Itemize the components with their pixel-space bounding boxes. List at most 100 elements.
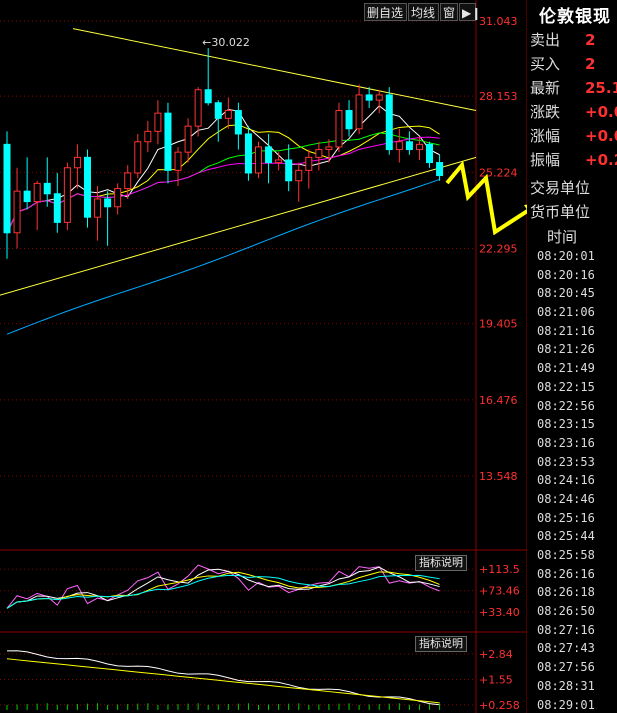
candle-body [43, 182, 51, 195]
price-tick-label: 31.043 [479, 15, 518, 28]
candle-body [13, 190, 21, 234]
grid-layer [0, 0, 528, 713]
kline-chart-svg[interactable]: 31.04328.15325.22422.29519.40516.47613.5… [0, 0, 617, 713]
indicator1-line-0 [6, 564, 440, 609]
moving-average-lines [6, 105, 440, 335]
tick-time-row: 08:23:15 [537, 417, 595, 432]
candle-body [83, 156, 91, 218]
ma10-line [6, 124, 440, 233]
tick-time-row: 08:20:45 [537, 286, 595, 301]
tick-time-row: 08:27:56 [537, 660, 595, 675]
candle-body [345, 110, 353, 130]
candle-body [23, 190, 31, 203]
candle-body [3, 143, 11, 234]
quote-row: 最新 25.1 [527, 76, 617, 100]
indicator1-tick-label: +33.40 [479, 606, 520, 619]
quote-row-label: 涨幅 [530, 127, 561, 145]
instrument-title: 伦敦银现 [539, 7, 611, 27]
indicator1-tick-label: +113.5 [479, 563, 520, 576]
chart-area[interactable]: 31.043 28.153 25.224 22.295 19.405 16.476 13.5… [0, 0, 617, 713]
ma5-line [6, 105, 440, 233]
candle-body [365, 94, 373, 101]
quote-row-value: +0.0 [585, 103, 617, 121]
candle-body [426, 143, 434, 164]
resistance-trendline [72, 28, 477, 112]
candle-body [154, 112, 162, 132]
candle-body [395, 141, 403, 151]
indicator1-help-button[interactable]: 指标说明 [415, 555, 467, 571]
candle-body [436, 162, 444, 177]
support-trendline [0, 156, 477, 296]
candle-body [33, 182, 41, 203]
time-column-header: 时间 [547, 228, 578, 246]
tick-time-row: 08:20:01 [537, 249, 595, 263]
tick-time-row: 08:22:15 [537, 379, 595, 394]
candle-body [275, 159, 283, 164]
candle-body [174, 151, 182, 171]
ma-line-button[interactable]: 均线 [408, 3, 439, 21]
candle-body [204, 89, 212, 104]
candle-body [94, 198, 102, 218]
indicator1-line-3 [6, 574, 440, 609]
quote-row-value: +0.0 [585, 127, 617, 145]
tick-time-row: 08:20:16 [537, 267, 595, 282]
candle-body [164, 112, 172, 171]
quote-row: 买入 2 [527, 52, 617, 76]
quote-row-label: 买入 [530, 55, 561, 73]
candle-body [234, 110, 242, 135]
tick-time-row: 08:26:50 [537, 604, 595, 619]
trendlines [0, 28, 477, 296]
ma30-line [6, 136, 440, 233]
candle-body [224, 110, 232, 119]
indicator2-lines [6, 650, 441, 710]
tick-time-row: 08:25:44 [537, 529, 595, 544]
candle-body [265, 146, 273, 164]
tick-time-row: 08:28:31 [537, 678, 595, 693]
tick-time-row: 08:27:43 [537, 641, 595, 656]
quote-row: 涨跌 +0.0 [527, 100, 617, 124]
quote-row: 卖出 2 [527, 28, 617, 52]
candle-body [315, 149, 323, 158]
high-marker-label: ←30.022 [202, 36, 250, 49]
tick-time-row: 08:24:16 [537, 473, 595, 488]
candle-body [63, 167, 71, 223]
candle-body [53, 193, 61, 223]
candle-body [184, 125, 192, 153]
candle-body [194, 89, 202, 127]
price-tick-label: 16.476 [479, 394, 518, 407]
candle-body [255, 146, 262, 174]
tick-time-row: 08:22:56 [537, 398, 595, 413]
indicator1-tick-label: +73.46 [479, 585, 520, 598]
ma20-line [6, 132, 440, 233]
tick-time-row: 08:25:16 [537, 510, 595, 525]
candle-body [295, 169, 303, 182]
quote-row-value: +0.2 [585, 151, 617, 169]
quote-row-value: 2 [585, 55, 596, 73]
candle-body [325, 146, 333, 151]
expand-arrow-icon[interactable]: ▶❙ [459, 3, 481, 21]
tick-time-row: 08:23:16 [537, 435, 595, 450]
quote-row-label: 卖出 [530, 31, 561, 49]
window-button[interactable]: 窗 [440, 3, 458, 21]
tick-time-list[interactable]: 08:20:01 08:20:16 08:20:45 08:21:06 08:21:16… [537, 247, 617, 713]
remove-watchlist-button[interactable]: 删自选 [364, 3, 407, 21]
indicator2-tick-label: +0.258 [479, 699, 520, 712]
price-tick-label: 22.295 [479, 243, 518, 256]
quote-row-value: 25.1 [585, 79, 617, 97]
indicator1-line-2 [6, 571, 440, 609]
indicator2-help-button[interactable]: 指标说明 [415, 636, 467, 652]
tick-time-row: 08:26:18 [537, 585, 595, 600]
trade-unit-label: 交易单位 [530, 179, 591, 197]
price-tick-label: 28.153 [479, 90, 518, 103]
candle-body [214, 102, 222, 119]
quote-row-label: 振幅 [530, 151, 561, 169]
quote-row: 涨幅 +0.0 [527, 124, 617, 148]
candle-body [73, 156, 81, 169]
quote-row-label: 涨跌 [530, 103, 561, 121]
tick-time-row: 08:25:58 [537, 548, 595, 562]
candle-body [385, 94, 393, 151]
tick-time-row: 08:27:16 [537, 622, 595, 637]
tick-time-row: 08:21:26 [537, 342, 595, 357]
indicator2-line-1 [6, 658, 440, 704]
currency-unit-label: 货币单位 [530, 203, 591, 221]
